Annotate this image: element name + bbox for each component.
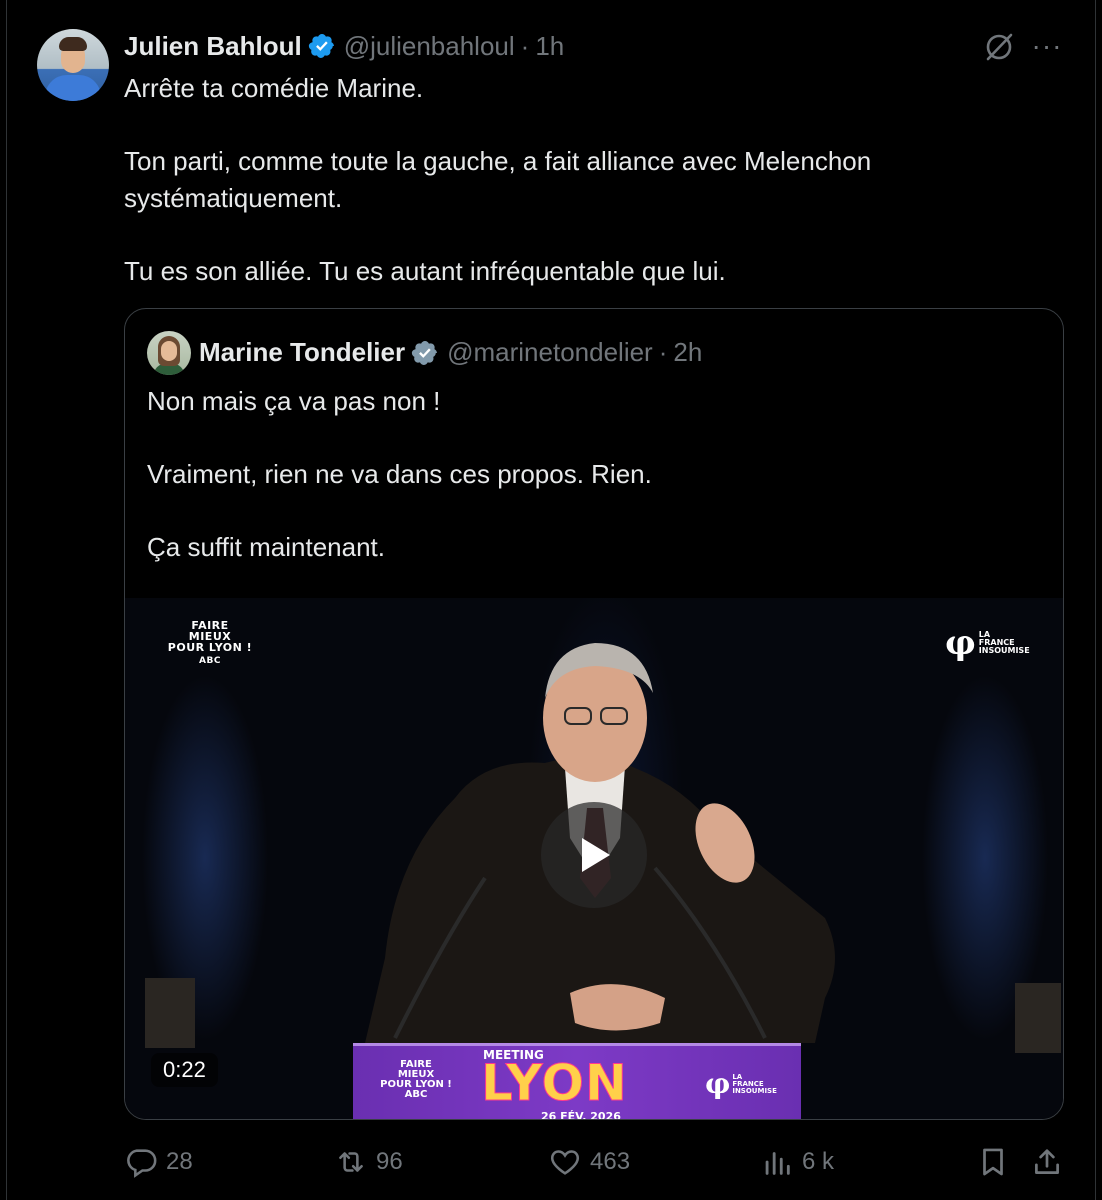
author-handle[interactable]: @julienbahloul — [344, 31, 515, 62]
share-icon — [1035, 1149, 1059, 1174]
repost-icon — [339, 1152, 363, 1172]
bookmark-button[interactable] — [976, 1140, 1018, 1184]
author-avatar[interactable] — [37, 29, 109, 101]
action-bar: 28 96 463 6 k — [124, 1140, 1064, 1184]
quoted-tweet[interactable]: Marine Tondelier @marinetondelier · 2h N… — [124, 308, 1064, 1120]
quoted-header: Marine Tondelier @marinetondelier · 2h — [199, 337, 702, 368]
tweet-text: Arrête ta comédie Marine. Ton parti, com… — [124, 70, 1044, 289]
header-separator: · — [658, 337, 668, 367]
reply-count: 28 — [166, 1148, 193, 1175]
quoted-text: Non mais ça va pas non ! Vraiment, rien … — [147, 383, 1027, 566]
reply-button[interactable]: 28 — [124, 1140, 193, 1184]
play-button[interactable] — [541, 802, 647, 908]
verified-badge-icon — [308, 34, 334, 58]
like-count: 463 — [590, 1148, 631, 1175]
play-icon — [582, 838, 610, 872]
lectern-text: ABC — [404, 1089, 428, 1100]
quoted-handle[interactable]: @marinetondelier — [447, 337, 653, 368]
video-player[interactable]: FAIRE MIEUX POUR LYON ! ABC φ LA FRANCE … — [125, 598, 1063, 1120]
avatar-face — [161, 341, 177, 361]
quoted-time[interactable]: 2h — [673, 337, 702, 368]
avatar-shirt — [45, 75, 101, 101]
heart-icon — [550, 1150, 580, 1175]
quoted-line: Non mais ça va pas non ! — [147, 386, 441, 416]
quoted-line: Vraiment, rien ne va dans ces propos. Ri… — [147, 459, 652, 489]
quoted-author-avatar[interactable] — [147, 331, 191, 375]
views-count: 6 k — [802, 1148, 835, 1175]
tweet-header: Julien Bahloul @julienbahloul · 1h — [124, 30, 564, 62]
overlay-text: INSOUMISE — [732, 1086, 777, 1095]
lectern-city-label: LYON — [481, 1054, 628, 1112]
grok-icon[interactable] — [982, 30, 1016, 64]
more-icon[interactable]: ··· — [1030, 32, 1064, 60]
lectern-date-label: 26 FÉV. 2026 — [541, 1110, 621, 1120]
like-button[interactable]: 463 — [548, 1140, 630, 1184]
lectern-banner: FAIRE MIEUX POUR LYON ! ABC MEETING LYON… — [353, 1043, 801, 1120]
repost-count: 96 — [376, 1148, 403, 1175]
share-button[interactable] — [1030, 1140, 1072, 1184]
lfi-logo-symbol: φ — [705, 1067, 731, 1100]
verified-badge-icon — [411, 340, 438, 365]
tweet-time[interactable]: 1h — [535, 31, 564, 62]
views-button[interactable]: 6 k — [760, 1140, 834, 1184]
tweet-line: Ton parti, comme toute la gauche, a fait… — [124, 146, 872, 176]
tweet-line: systématiquement. — [124, 182, 343, 213]
tweet-line: Arrête ta comédie Marine. — [124, 73, 424, 103]
lfi-logo-text: LA FRANCE INSOUMISE — [732, 1073, 777, 1095]
bookmark-icon — [983, 1148, 1003, 1176]
lectern-logo-right: φ LA FRANCE INSOUMISE — [705, 1070, 777, 1098]
video-duration: 0:22 — [151, 1053, 218, 1087]
author-name[interactable]: Julien Bahloul — [124, 31, 302, 62]
tweet-line: Tu es son alliée. Tu es autant infréquen… — [124, 255, 726, 286]
lectern-logo-left: FAIRE MIEUX POUR LYON ! ABC — [371, 1060, 461, 1100]
avatar-hair — [59, 37, 87, 51]
header-separator: · — [520, 30, 530, 61]
views-icon — [765, 1152, 790, 1175]
reply-icon — [127, 1149, 157, 1178]
repost-button[interactable]: 96 — [334, 1140, 403, 1184]
quoted-line: Ça suffit maintenant. — [147, 532, 385, 562]
quoted-author-name[interactable]: Marine Tondelier — [199, 337, 405, 368]
